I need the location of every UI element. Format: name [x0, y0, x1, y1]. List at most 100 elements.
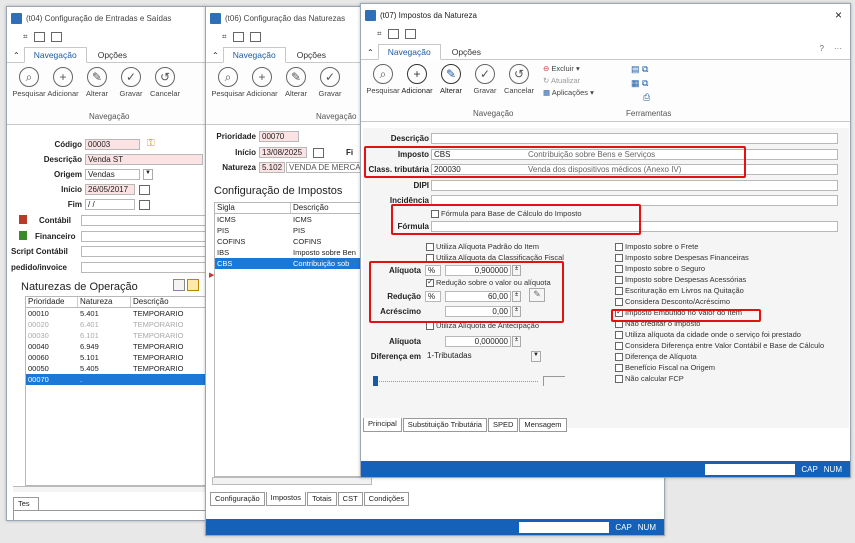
table-row[interactable]: 00010 5.401 TEMPORARIO: [26, 308, 205, 319]
table-row[interactable]: 00060 5.101 TEMPORARIO: [26, 352, 205, 363]
calendar-icon[interactable]: [313, 148, 324, 158]
slider[interactable]: [373, 376, 538, 386]
paste-icon[interactable]: ⧉: [642, 78, 648, 88]
option-checkbox[interactable]: Não calcular FCP: [615, 374, 684, 383]
edit-button[interactable]: ✎ Alterar: [81, 67, 113, 98]
col-natureza[interactable]: Natureza: [78, 297, 131, 307]
option-checkbox[interactable]: Benefício Fiscal na Origem: [615, 363, 715, 372]
tab-condições[interactable]: Condições: [363, 492, 410, 506]
calendar-icon[interactable]: [139, 200, 150, 210]
option-checkbox[interactable]: Utiliza alíquota da cidade onde o serviç…: [615, 330, 801, 339]
spinner-icon[interactable]: ±: [512, 336, 521, 347]
dropdown-icon[interactable]: ▼: [143, 169, 153, 180]
natureza-field[interactable]: 5.102: [259, 162, 285, 173]
descricao-field[interactable]: [431, 133, 838, 144]
edit-button[interactable]: ✎ Alterar: [280, 67, 312, 98]
option-checkbox[interactable]: Imposto sobre o Seguro: [615, 264, 705, 273]
add-button[interactable]: + Adicionar: [246, 67, 278, 98]
grid-icon[interactable]: [50, 32, 62, 42]
refresh-button[interactable]: ↻ Atualizar: [543, 76, 594, 85]
tab-opcoes[interactable]: Opções: [288, 48, 335, 62]
edit-grid-icon[interactable]: [187, 279, 199, 291]
grid-icon[interactable]: [249, 32, 261, 42]
dipi-field[interactable]: [431, 180, 838, 191]
tab-totais[interactable]: Totais: [307, 492, 337, 506]
col-prioridade[interactable]: Prioridade: [26, 297, 78, 307]
search-button[interactable]: ⌕ Pesquisar: [366, 64, 400, 95]
pin-icon[interactable]: ⌗: [377, 29, 382, 39]
financeiro-field[interactable]: [81, 231, 205, 242]
grid-icon[interactable]: [404, 29, 416, 39]
table-row[interactable]: IBS Imposto sobre Ben: [215, 247, 373, 258]
table-row[interactable]: 00020 6.401 TEMPORARIO: [26, 319, 205, 330]
descricao-field[interactable]: Venda ST: [85, 154, 203, 165]
col-sigla[interactable]: Sigla: [215, 203, 291, 213]
calendar-icon[interactable]: [33, 32, 45, 42]
tab-principal[interactable]: Principal: [363, 418, 402, 432]
help-icon[interactable]: ?: [820, 44, 824, 53]
collapse-icon[interactable]: ⌃: [11, 49, 22, 62]
table-row[interactable]: 00040 6.949 TEMPORARIO: [26, 341, 205, 352]
save-button[interactable]: ✓ Gravar: [314, 67, 346, 98]
print-icon[interactable]: ⎙: [643, 92, 650, 103]
delete-button[interactable]: ⊖ Excluir ▾: [543, 64, 594, 73]
option-checkbox[interactable]: Diferença de Alíquota: [615, 352, 697, 361]
fim-field[interactable]: / /: [85, 199, 135, 210]
option-checkbox[interactable]: Imposto sobre Despesas Financeiras: [615, 253, 749, 262]
pin-icon[interactable]: ⌗: [23, 32, 28, 42]
horizontal-scrollbar[interactable]: [212, 477, 372, 485]
option-checkbox[interactable]: Considera Diferença entre Valor Contábil…: [615, 341, 824, 350]
table-row[interactable]: CBS Contribuição sob: [215, 258, 373, 269]
table-row[interactable]: 00030 6.101 TEMPORARIO: [26, 330, 205, 341]
save-button[interactable]: ✓ Gravar: [469, 64, 501, 95]
tab-mensagem[interactable]: Mensagem: [519, 418, 567, 432]
codigo-field[interactable]: 00003: [85, 139, 140, 150]
sheet-icon[interactable]: ▤: [631, 64, 640, 74]
tab-navegacao[interactable]: Navegação: [377, 44, 441, 60]
table-row[interactable]: ICMS ICMS: [215, 214, 373, 225]
cancel-button[interactable]: ↺ Cancelar: [149, 67, 181, 98]
document-icon[interactable]: [173, 279, 185, 291]
option-checkbox[interactable]: Imposto sobre Despesas Acessórias: [615, 275, 746, 284]
option-checkbox[interactable]: Imposto sobre o Frete: [615, 242, 698, 251]
edit-button[interactable]: ✎ Alterar: [435, 64, 467, 95]
tab-opcoes[interactable]: Opções: [443, 45, 490, 59]
inicio-field[interactable]: 26/05/2017: [85, 184, 135, 195]
table-row[interactable]: COFINS COFINS: [215, 236, 373, 247]
tab-opcoes[interactable]: Opções: [89, 48, 136, 62]
tab-cst[interactable]: CST: [337, 492, 363, 506]
option-checkbox[interactable]: Escrituração em Livros na Quitação: [615, 286, 744, 295]
prioridade-field[interactable]: 00070: [259, 131, 299, 142]
tab-tes[interactable]: Tes: [13, 497, 39, 511]
tab-impostos[interactable]: Impostos: [265, 492, 307, 506]
financeiro-label[interactable]: Financeiro: [29, 232, 79, 241]
table-icon[interactable]: ▦: [631, 78, 640, 88]
copy-icon[interactable]: ⧉: [642, 64, 648, 74]
origem-select[interactable]: Vendas: [85, 169, 140, 180]
horizontal-scrollbar[interactable]: [13, 486, 205, 492]
tab-navegacao[interactable]: Navegação: [222, 47, 286, 63]
diferenca-select[interactable]: 1-Tributadas: [425, 351, 528, 362]
calendar-icon[interactable]: [387, 29, 399, 39]
pedido-field[interactable]: [81, 262, 205, 273]
add-button[interactable]: + Adicionar: [401, 64, 433, 95]
table-row[interactable]: 00070.: [26, 374, 205, 385]
dropdown-icon[interactable]: ▼: [531, 351, 541, 362]
more-icon[interactable]: ···: [834, 44, 842, 53]
search-button[interactable]: ⌕ Pesquisar: [12, 67, 46, 98]
cancel-button[interactable]: ↺ Cancelar: [503, 64, 535, 95]
search-button[interactable]: ⌕ Pesquisar: [211, 67, 245, 98]
aliquota2-field[interactable]: 0,000000: [445, 336, 511, 347]
table-row[interactable]: 00050 5.405 TEMPORARIO: [26, 363, 205, 374]
tab-substituição-tributária[interactable]: Substituição Tributária: [402, 418, 487, 432]
option-checkbox[interactable]: Considera Desconto/Acréscimo: [615, 297, 730, 306]
tab-configuração[interactable]: Configuração: [210, 492, 265, 506]
collapse-icon[interactable]: ⌃: [365, 46, 376, 59]
slider-box[interactable]: [543, 376, 565, 386]
aliquota-padrao-checkbox[interactable]: Utiliza Alíquota Padrão do Item: [426, 242, 539, 251]
contabil-label[interactable]: Contábil: [29, 216, 74, 225]
table-row[interactable]: PIS PIS: [215, 225, 373, 236]
collapse-icon[interactable]: ⌃: [210, 49, 221, 62]
apps-button[interactable]: ▦ Aplicações ▾: [543, 88, 594, 97]
tab-navegacao[interactable]: Navegação: [23, 47, 87, 63]
